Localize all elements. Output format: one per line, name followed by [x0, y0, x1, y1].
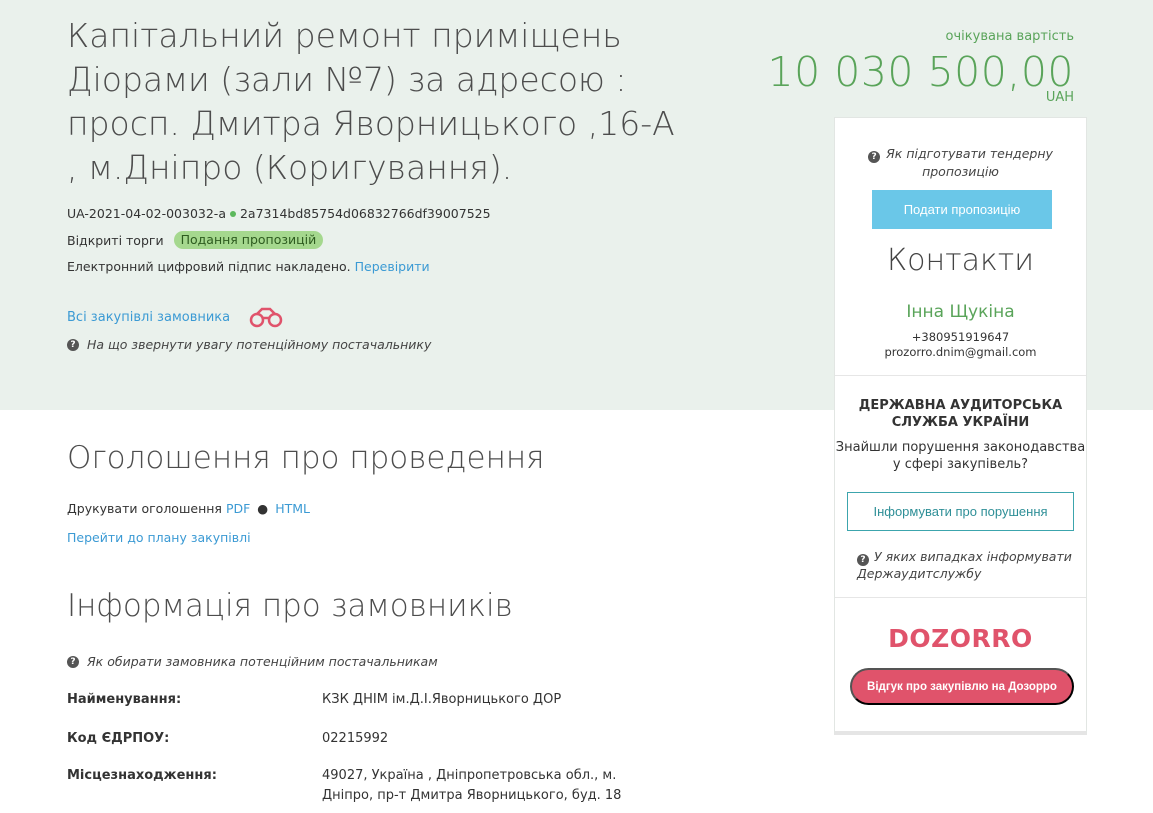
signature-text: Електронний цифровий підпис накладено. [67, 259, 351, 274]
contacts-title: Контакти [886, 243, 1035, 278]
customer-name-label: Найменування: [67, 692, 182, 707]
print-pdf-link[interactable]: PDF [226, 501, 250, 516]
sidebar-panel: ? Як підготувати тендерну пропозицію Пода… [834, 117, 1087, 735]
customer-code-label: Код ЄДРПОУ: [67, 731, 170, 746]
audit-service-title: ДЕРЖАВНА АУДИТОРСЬКА СЛУЖБА УКРАЇНИ [858, 398, 1063, 430]
expected-value-currency: UAH [1045, 90, 1074, 105]
hint-choose-customer[interactable]: ? Як обирати замовника потенційним поста… [67, 654, 438, 669]
all-purchases-row: Всі закупівлі замовника [67, 306, 286, 328]
print-html-link[interactable]: HTML [275, 501, 310, 516]
hint-potential-text: На що звернути увагу потенційному постач… [87, 337, 432, 352]
customer-location-label: Місцезнаходження: [67, 768, 217, 783]
hint-potential-supplier[interactable]: ? На що звернути увагу потенційному пост… [67, 337, 431, 352]
question-icon: ? [868, 151, 881, 163]
customer-name-value: КЗК ДНІМ ім.Д.І.Яворницького ДОР [322, 692, 562, 707]
print-label: Друкувати оголошення [67, 501, 222, 516]
sidebar-divider [835, 375, 1086, 376]
hint-choose-customer-text: Як обирати замовника потенційним постача… [87, 654, 438, 669]
report-violation-button[interactable]: Інформувати про порушення [847, 492, 1074, 531]
dozorro-logo[interactable]: DOZORRO [835, 618, 1086, 658]
question-icon: ? [67, 338, 79, 351]
dozorro-logo-text: DOZORRO [888, 623, 1033, 653]
verify-signature-link[interactable]: Перевірити [355, 259, 430, 274]
tender-hash: 2a7314bd85754d06832766df39007525 [239, 206, 491, 221]
question-icon: ? [857, 554, 869, 566]
all-purchases-link[interactable]: Всі закупівлі замовника [67, 310, 230, 325]
binoculars-icon[interactable] [246, 306, 286, 328]
tender-title: Капітальний ремонт приміщень Діорами (за… [67, 16, 675, 187]
print-announcement-line: Друкувати оголошення PDF ● HTML [67, 501, 310, 516]
procedure-type: Відкриті торги [67, 232, 164, 248]
procedure-line: Відкриті торги Подання пропозицій [67, 231, 324, 249]
tender-id: UA-2021-04-02-003032-a [67, 206, 226, 221]
prepare-proposal-text: Як підготувати тендерну пропозицію [886, 146, 1053, 179]
signature-line: Електронний цифровий підпис накладено. П… [67, 259, 430, 274]
question-icon: ? [67, 655, 79, 668]
dozorro-feedback-button[interactable]: Відгук про закупівлю на Дозорро [850, 668, 1074, 705]
status-badge: Подання пропозицій [173, 231, 324, 249]
announcement-title: Оголошення про проведення [67, 440, 545, 476]
contact-phone: +380951919647 [911, 330, 1010, 344]
contact-name: Інна Щукіна [906, 302, 1015, 322]
contact-email: prozorro.dnim@gmail.com [884, 345, 1037, 359]
customer-location-value: 49027, Україна , Дніпропетровська обл., … [322, 768, 622, 803]
report-violation-hint-text: У яких випадках інформувати Держаудитслу… [857, 549, 1072, 581]
customers-title: Інформація про замовників [67, 588, 513, 624]
report-violation-hint[interactable]: ? У яких випадках інформувати Держаудитсл… [857, 549, 1072, 582]
expected-value-label: очікувана вартість [945, 29, 1074, 44]
customer-code-value: 02215992 [322, 731, 389, 746]
tender-id-line: UA-2021-04-02-003032-a 2a7314bd85754d0683… [67, 206, 491, 221]
procurement-plan-link[interactable]: Перейти до плану закупівлі [67, 530, 251, 545]
submit-proposal-button[interactable]: Подати пропозицію [872, 190, 1052, 229]
expected-value-amount: 10 030 500,00 [767, 48, 1074, 96]
sidebar-divider [835, 597, 1086, 598]
bullet-separator: ● [257, 501, 269, 516]
status-dot-icon [229, 210, 236, 217]
audit-service-text: Знайшли порушення законодавства у сфері … [835, 440, 1086, 472]
prepare-proposal-hint[interactable]: ? Як підготувати тендерну пропозицію [835, 145, 1086, 181]
